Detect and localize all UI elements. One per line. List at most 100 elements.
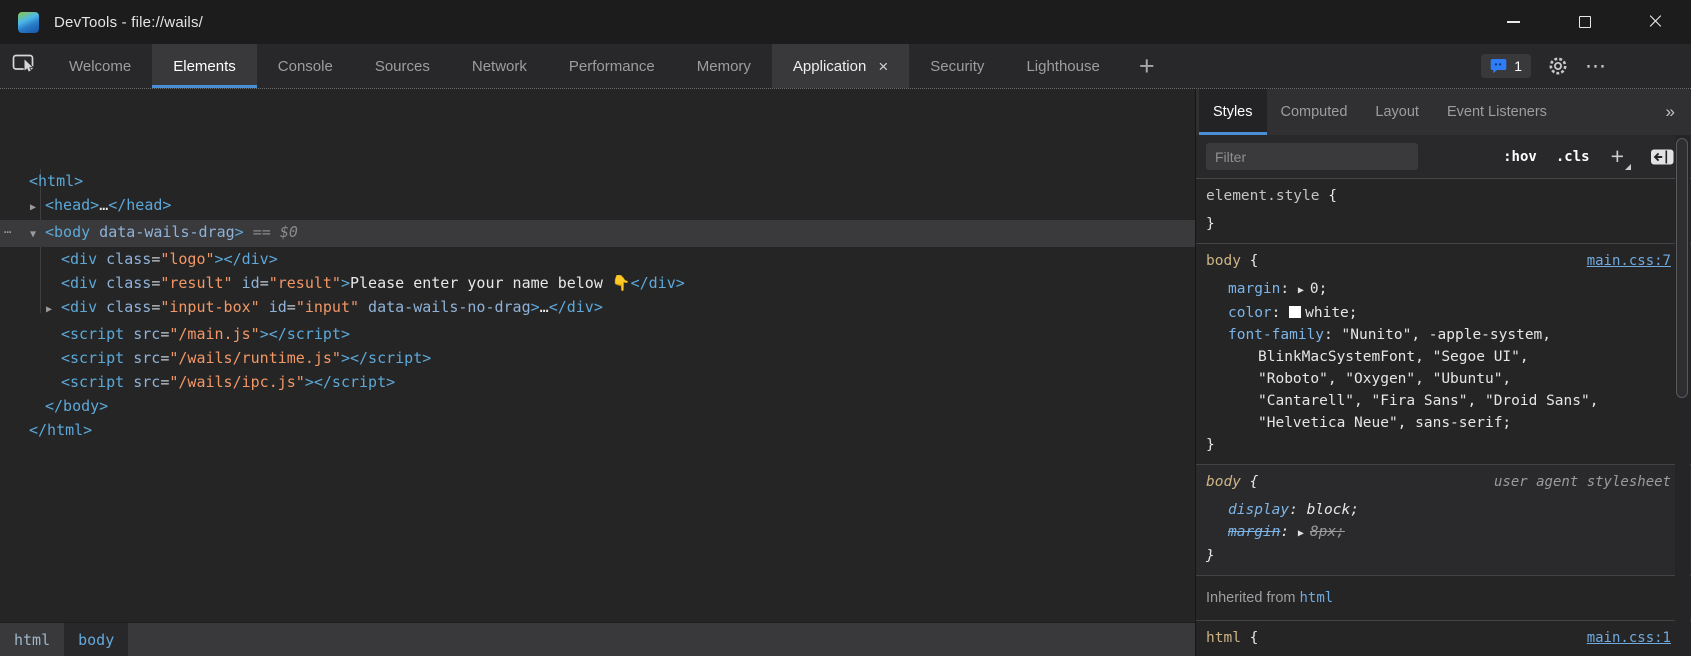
tab-welcome[interactable]: Welcome — [48, 44, 152, 88]
code-token: > — [235, 223, 244, 241]
settings-button[interactable] — [1547, 55, 1569, 77]
tree-row[interactable]: </html> — [0, 418, 1195, 442]
property-colon: : — [1272, 305, 1289, 321]
code-token: = — [151, 250, 160, 268]
more-tools-button[interactable]: + — [1121, 44, 1173, 88]
stylesheet-link[interactable]: main.css:7 — [1587, 250, 1671, 272]
tab-label: Console — [278, 58, 333, 75]
sidebar-tab-layout[interactable]: Layout — [1361, 89, 1433, 135]
expand-arrow-icon[interactable]: ▶ — [30, 196, 45, 220]
chevron-double-icon: » — [1666, 102, 1675, 122]
sidebar-overflow-button[interactable]: » — [1650, 89, 1691, 135]
indent-spacer — [14, 386, 46, 387]
tab-security[interactable]: Security — [909, 44, 1005, 88]
css-property[interactable]: margin: ▶ 0; — [1206, 278, 1671, 302]
tree-row[interactable]: <html> — [0, 169, 1195, 193]
rule-selector[interactable]: body — [1206, 474, 1241, 490]
rule-selector[interactable]: body — [1206, 253, 1241, 269]
element-classes-button[interactable]: .cls — [1556, 149, 1590, 165]
inspect-element-button[interactable] — [0, 44, 48, 88]
tab-memory[interactable]: Memory — [676, 44, 772, 88]
sidebar-tab-computed[interactable]: Computed — [1267, 89, 1362, 135]
code-token: ></script> — [260, 325, 350, 343]
close-icon: × — [1646, 11, 1664, 33]
feedback-button[interactable]: 1 — [1481, 54, 1531, 78]
tree-row[interactable]: ▶<div class="input-box" id="input" data-… — [0, 295, 1195, 322]
property-name[interactable]: color — [1228, 305, 1272, 321]
property-value: white; — [1305, 305, 1357, 321]
tab-console[interactable]: Console — [257, 44, 354, 88]
rule-selector[interactable]: html — [1206, 630, 1241, 646]
close-tab-icon[interactable]: × — [878, 58, 888, 75]
code-token: </body> — [45, 397, 108, 415]
code-token: </div> — [631, 274, 685, 292]
code-token: src — [124, 373, 160, 391]
property-name[interactable]: display — [1228, 502, 1289, 518]
code-token: <head> — [45, 196, 99, 214]
tree-row[interactable]: <script src="/wails/runtime.js"></script… — [0, 346, 1195, 370]
close-brace: } — [1206, 213, 1671, 235]
window-controls: × — [1478, 0, 1691, 44]
tree-row[interactable]: </body> — [0, 394, 1195, 418]
tree-row[interactable]: <div class="logo"></div> — [0, 247, 1195, 271]
color-swatch[interactable] — [1289, 306, 1301, 318]
node-menu-dots-icon[interactable]: ⋯ — [4, 220, 12, 244]
tree-row[interactable]: <div class="result" id="result">Please e… — [0, 271, 1195, 295]
code-token: id — [260, 298, 287, 316]
tree-row[interactable]: <script src="/wails/ipc.js"></script> — [0, 370, 1195, 394]
expand-longhand-icon[interactable]: ▶ — [1298, 528, 1310, 539]
property-value: block; — [1307, 502, 1359, 518]
sidebar-tab-event-listeners[interactable]: Event Listeners — [1433, 89, 1561, 135]
stylesheet-link[interactable]: main.css:1 — [1587, 627, 1671, 649]
property-name[interactable]: margin — [1228, 281, 1280, 297]
css-property[interactable]: margin: ▶ 8px; — [1206, 521, 1671, 545]
rule-selector[interactable]: element.style — [1206, 188, 1320, 204]
tab-application[interactable]: Application× — [772, 44, 909, 88]
property-name[interactable]: font-family — [1228, 327, 1324, 343]
window-minimize-button[interactable] — [1478, 0, 1549, 44]
toggle-element-state-button[interactable]: :hov — [1503, 149, 1537, 165]
inherited-node-link[interactable]: html — [1300, 590, 1334, 606]
tab-sources[interactable]: Sources — [354, 44, 451, 88]
tab-performance[interactable]: Performance — [548, 44, 676, 88]
css-property[interactable]: display: block; — [1206, 499, 1671, 521]
window-title: DevTools - file://wails/ — [54, 14, 203, 31]
code-token: data-wails-drag — [90, 223, 235, 241]
styles-scrollbar[interactable] — [1675, 135, 1690, 656]
rule-selector-line: main.css:1html { — [1206, 627, 1671, 649]
indent-spacer — [14, 338, 46, 339]
property-name[interactable]: margin — [1228, 524, 1280, 540]
indent-spacer — [14, 362, 46, 363]
tree-row[interactable]: ▶<head>…</head> — [0, 193, 1195, 220]
tab-elements[interactable]: Elements — [152, 44, 257, 88]
expand-arrow-icon[interactable]: ▼ — [30, 223, 45, 247]
breadcrumb-item-html[interactable]: html — [0, 623, 64, 656]
css-property[interactable]: color: white; — [1206, 302, 1671, 324]
code-token: = — [260, 274, 269, 292]
customize-menu-button[interactable]: ⋯ — [1585, 54, 1607, 78]
indent-spacer — [14, 410, 30, 411]
expand-arrow-icon[interactable]: ▶ — [46, 298, 61, 322]
sidebar-tab-styles[interactable]: Styles — [1199, 89, 1267, 135]
tab-network[interactable]: Network — [451, 44, 548, 88]
property-colon: : — [1280, 281, 1297, 297]
code-token: <div — [61, 250, 97, 268]
window-close-button[interactable]: × — [1620, 0, 1691, 44]
computed-styles-sidebar-toggle[interactable] — [1650, 148, 1675, 166]
window-maximize-button[interactable] — [1549, 0, 1620, 44]
tree-row[interactable]: ⋯▼<body data-wails-drag> == $0 — [0, 220, 1195, 247]
css-property[interactable]: font-family: "Nunito", -apple-system, Bl… — [1206, 324, 1671, 434]
expand-longhand-icon[interactable]: ▶ — [1298, 285, 1310, 296]
code-token: "result" — [160, 274, 232, 292]
code-token: ></script> — [305, 373, 395, 391]
tab-lighthouse[interactable]: Lighthouse — [1005, 44, 1120, 88]
scrollbar-thumb[interactable] — [1676, 138, 1688, 398]
breadcrumb-item-body[interactable]: body — [64, 623, 128, 656]
code-token: <body — [45, 223, 90, 241]
style-filter-input[interactable] — [1206, 143, 1418, 170]
new-style-rule-button[interactable]: + — [1609, 145, 1631, 168]
tab-label: Memory — [697, 58, 751, 75]
tree-row[interactable]: <script src="/main.js"></script> — [0, 322, 1195, 346]
styles-sidebar-tabs: StylesComputedLayoutEvent Listeners » — [1196, 89, 1691, 135]
maximize-icon — [1579, 16, 1591, 28]
